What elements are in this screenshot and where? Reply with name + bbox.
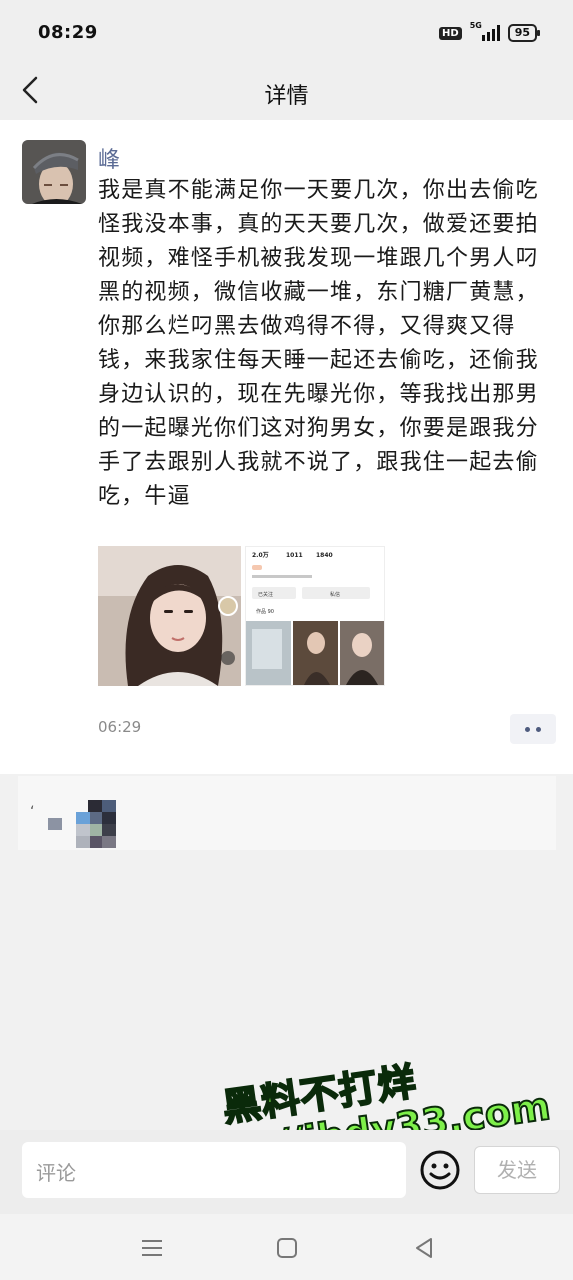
emoji-button[interactable] [418,1148,462,1192]
home-nav-button[interactable] [273,1234,301,1262]
comment-placeholder: 评论 [36,1161,76,1185]
back-triangle-icon [416,1238,432,1258]
profile-tab: 作品 90 [256,608,274,615]
page-title: 详情 [264,84,309,109]
signal-icon: 5G [470,21,500,41]
post-image-2[interactable]: 2.0万 1011 1840 已关注 私信 作品 90 [245,546,385,686]
comment-area: ‘ [18,776,556,850]
profile-follow-btn: 已关注 [258,591,273,598]
profile-stat-2: 1011 [286,552,303,559]
profile-stat-3: 1840 [316,552,333,559]
profile-stat-1: 2.0万 [252,552,269,559]
profile-message-btn: 私信 [330,591,340,598]
back-nav-button[interactable] [410,1234,438,1262]
menu-nav-button[interactable] [138,1234,166,1262]
battery-icon: 95 [507,24,541,42]
smiley-icon [420,1150,460,1190]
status-bar: 08:29 HD 5G 95 [0,0,573,64]
more-options-button[interactable] [510,714,556,744]
comment-quote: ‘ [30,804,35,820]
post-card: 峰 我是真不能满足你一天要几次，你出去偷吃怪我没本事，真的天天要几次，做爱还要拍… [0,120,573,774]
avatar[interactable] [22,140,86,204]
post-time: 06:29 [98,718,142,736]
battery-level: 95 [514,26,530,39]
status-icons: HD 5G 95 [439,21,541,42]
send-button[interactable]: 发送 [474,1146,560,1194]
system-nav-bar [0,1214,573,1280]
hd-icon: HD [439,26,462,40]
post-username[interactable]: 峰 [98,142,120,174]
status-time: 08:29 [38,22,98,43]
network-type: 5G [469,21,482,30]
more-dots-icon [525,727,530,732]
comment-input[interactable]: 评论 [22,1142,406,1198]
post-image-1[interactable] [98,546,241,686]
title-bar: 详情 [0,64,573,120]
home-square-icon [277,1238,297,1258]
comment-bar: 评论 发送 [0,1130,573,1214]
post-text: 我是真不能满足你一天要几次，你出去偷吃怪我没本事，真的天天要几次，做爱还要拍视频… [98,178,539,509]
menu-icon [142,1240,162,1256]
pixelated-avatar [48,800,116,848]
